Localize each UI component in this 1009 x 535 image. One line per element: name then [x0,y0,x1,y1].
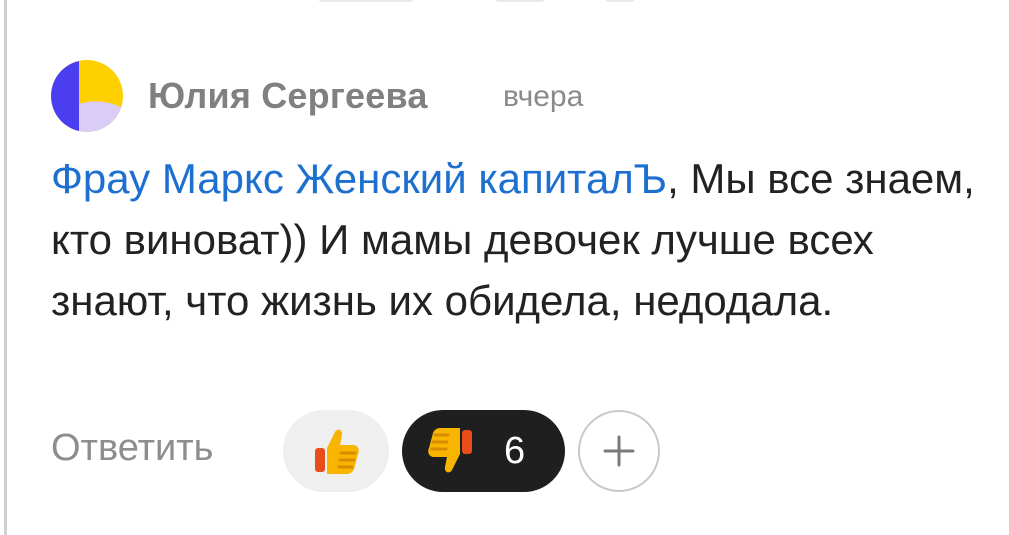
top-partial-element [318,0,414,2]
thread-line [4,0,7,535]
top-partial-element [605,0,635,2]
timestamp: вчера [503,80,584,113]
plus-icon [603,435,635,467]
dislike-reaction-button[interactable]: 6 [402,410,565,492]
comment-text: Фрау Маркс Женский капиталЪ, Мы все знае… [51,148,981,331]
author-name[interactable]: Юлия Сергеева [148,75,428,117]
add-reaction-button[interactable] [578,410,660,492]
avatar[interactable] [51,60,123,132]
comment-view: Юлия Сергеева вчера Фрау Маркс Женский к… [0,0,1009,535]
reply-button[interactable]: Ответить [51,427,213,470]
thumbs-down-icon [428,428,472,473]
like-reaction-button[interactable] [283,410,389,492]
mention-link[interactable]: Фрау Маркс Женский капиталЪ [51,155,667,202]
thumbs-up-icon [315,429,359,474]
dislike-count: 6 [504,429,526,472]
top-partial-element [495,0,545,2]
